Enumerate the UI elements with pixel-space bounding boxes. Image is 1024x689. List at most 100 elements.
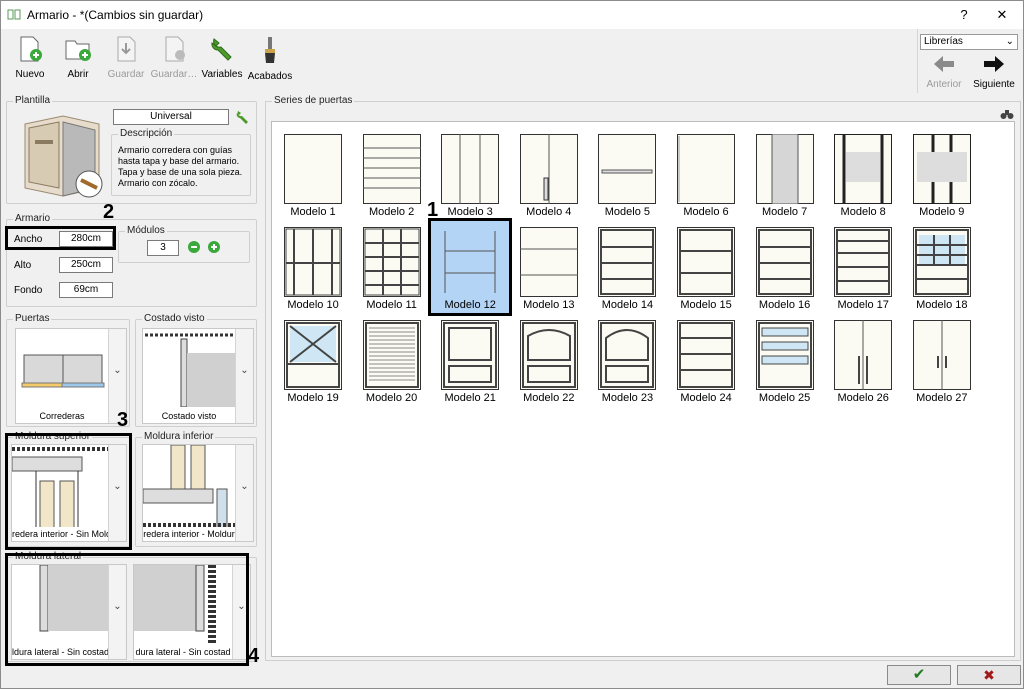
door-model-tile[interactable]: Modelo 6	[667, 128, 745, 220]
door-model-label: Modelo 2	[368, 206, 415, 218]
door-model-tile[interactable]: Modelo 7	[746, 128, 824, 220]
door-model-tile[interactable]: Modelo 8	[824, 128, 902, 220]
alto-field[interactable]: 250cm	[59, 257, 113, 273]
door-model-tile[interactable]: Modelo 24	[667, 314, 745, 406]
door-preview	[834, 134, 893, 204]
door-model-tile[interactable]: Modelo 16	[746, 221, 824, 313]
door-model-label: Modelo 23	[601, 392, 654, 404]
door-model-label: Modelo 18	[916, 299, 968, 311]
wrench-icon[interactable]	[235, 109, 251, 125]
minus-icon[interactable]	[187, 240, 201, 254]
door-model-tile[interactable]: Modelo 17	[824, 221, 902, 313]
annotation-number-2: 2	[103, 201, 115, 223]
modulos-field[interactable]: 3	[147, 240, 179, 256]
door-model-tile[interactable]: Modelo 11	[353, 221, 431, 313]
ok-button[interactable]: ✔	[887, 665, 951, 685]
app-logo-icon	[7, 9, 21, 20]
puertas-value: Correderas	[16, 409, 108, 423]
moldura-inferior-legend: Moldura inferior	[142, 431, 216, 442]
plantilla-group: Plantilla Universal Descripción Armario …	[6, 95, 257, 204]
variables-button[interactable]: Variables	[197, 35, 247, 91]
arrow-right-icon	[984, 56, 1004, 72]
door-model-tile[interactable]: Modelo 3	[431, 128, 509, 220]
nuevo-button[interactable]: Nuevo	[5, 35, 55, 91]
door-preview	[362, 320, 421, 390]
guardar-como-button[interactable]: Guardar…	[149, 35, 199, 91]
moldura-inferior-group: Moldura inferior ⌄ redera interior - Mol…	[135, 431, 257, 547]
door-model-tile[interactable]: Modelo 19	[274, 314, 352, 406]
moldura-inferior-value: redera interior - Moldur	[143, 527, 235, 541]
door-model-label: Modelo 27	[916, 392, 968, 404]
door-preview	[755, 320, 814, 390]
door-model-tile[interactable]: Modelo 10	[274, 221, 352, 313]
door-model-label: Modelo 24	[680, 392, 732, 404]
cancel-button[interactable]: ✖	[957, 665, 1021, 685]
door-model-tile[interactable]: Modelo 15	[667, 221, 745, 313]
door-model-tile[interactable]: Modelo 2	[353, 128, 431, 220]
close-button[interactable]: ✕	[979, 1, 1024, 29]
door-preview	[677, 320, 735, 390]
descripcion-group: Descripción Armario corredera con guías …	[111, 128, 251, 196]
door-model-tile[interactable]: Modelo 14	[588, 221, 666, 313]
door-model-label: Modelo 19	[287, 392, 339, 404]
door-preview	[912, 227, 971, 297]
acabados-button[interactable]: Acabados	[245, 35, 295, 91]
toolbar: Nuevo Abrir Guardar Guardar… Variables A…	[1, 29, 1023, 93]
door-model-label: Modelo 11	[366, 299, 417, 311]
descripcion-text: Armario corredera con guías hasta tapa y…	[118, 145, 243, 188]
door-model-label: Modelo 21	[444, 392, 496, 404]
door-model-tile[interactable]: Modelo 27	[903, 314, 981, 406]
door-preview	[912, 320, 971, 390]
moldura-inferior-select[interactable]: ⌄ redera interior - Moldur	[142, 444, 254, 542]
costado-value: Costado visto	[143, 409, 235, 423]
plus-icon[interactable]	[207, 240, 221, 254]
door-preview	[598, 320, 657, 390]
door-preview	[284, 227, 342, 297]
door-model-tile[interactable]: Modelo 18	[903, 221, 981, 313]
door-preview	[362, 134, 421, 204]
door-preview	[519, 227, 578, 297]
annotation-box-4	[5, 553, 249, 666]
sliding-doors-icon	[21, 354, 105, 388]
abrir-button[interactable]: Abrir	[53, 35, 103, 91]
puertas-select[interactable]: ⌄ Correderas	[15, 328, 127, 424]
toolbar-divider	[917, 29, 918, 93]
door-model-label: Modelo 10	[287, 299, 339, 311]
modulos-group: Módulos 3	[118, 225, 250, 263]
door-model-label: Modelo 26	[837, 392, 889, 404]
door-model-tile[interactable]: Modelo 22	[510, 314, 588, 406]
costado-select[interactable]: ⌄ Costado visto	[142, 328, 254, 424]
new-file-icon	[20, 36, 42, 62]
plantilla-name-field[interactable]: Universal	[113, 109, 229, 125]
door-model-tile[interactable]: Modelo 23	[588, 314, 666, 406]
door-model-tile[interactable]: Modelo 21	[431, 314, 509, 406]
library-select[interactable]: Librerías ⌄	[920, 34, 1018, 50]
door-model-tile[interactable]: Modelo 20	[353, 314, 431, 406]
guardar-button[interactable]: Guardar	[101, 35, 151, 91]
door-model-tile[interactable]: Modelo 1	[274, 128, 352, 220]
door-preview	[598, 134, 657, 204]
binoculars-icon[interactable]	[1000, 108, 1014, 120]
door-model-tile[interactable]: Modelo 26	[824, 314, 902, 406]
door-model-tile[interactable]: Modelo 13	[510, 221, 588, 313]
door-preview	[519, 134, 578, 204]
door-model-label: Modelo 20	[365, 392, 418, 404]
door-model-tile[interactable]: Modelo 5	[588, 128, 666, 220]
door-model-label: Modelo 1	[290, 206, 336, 218]
door-model-tile[interactable]: Modelo 25	[746, 314, 824, 406]
door-model-label: Modelo 5	[604, 206, 651, 218]
door-model-label: Modelo 4	[526, 206, 572, 218]
door-model-label: Modelo 14	[601, 299, 654, 311]
wrench-icon	[211, 38, 232, 61]
door-model-tile[interactable]: Modelo 4	[510, 128, 588, 220]
door-model-tile[interactable]: Modelo 9	[903, 128, 981, 220]
arrow-left-icon	[934, 56, 954, 72]
annotation-number-4: 4	[248, 645, 260, 667]
chevron-down-icon: ⌄	[1005, 36, 1014, 47]
door-preview	[441, 134, 500, 204]
door-preview	[284, 134, 342, 204]
plantilla-legend: Plantilla	[13, 95, 53, 106]
door-preview	[677, 134, 735, 204]
door-preview	[284, 320, 342, 390]
fondo-field[interactable]: 69cm	[59, 282, 113, 298]
